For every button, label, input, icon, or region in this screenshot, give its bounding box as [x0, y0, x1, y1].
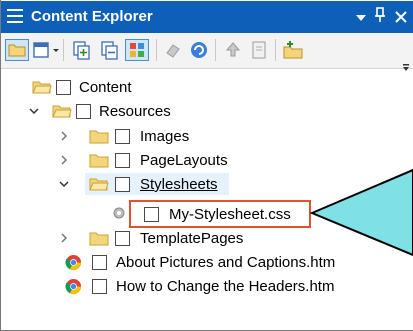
window-title: Content Explorer	[31, 8, 153, 25]
folder-icon	[89, 232, 109, 246]
css-file-gear-icon	[113, 207, 125, 219]
title-bar: Content Explorer	[1, 1, 413, 33]
tree-item-label: About Pictures and Captions.htm	[116, 254, 336, 271]
tree-item-label: Resources	[99, 103, 171, 120]
highlight-box: My-Stylesheet.css	[129, 200, 311, 228]
chevron-down-icon[interactable]	[58, 178, 70, 190]
view-dropdown-icon[interactable]	[31, 39, 59, 61]
chevron-down-icon[interactable]	[356, 15, 366, 21]
tree-item-stylesheets[interactable]: Stylesheets	[1, 173, 413, 197]
properties-icon[interactable]	[161, 39, 185, 61]
tree-item-content[interactable]: Content	[1, 76, 413, 100]
folder-icon	[89, 130, 109, 144]
checkbox[interactable]	[56, 80, 71, 95]
chrome-browser-icon	[65, 254, 82, 271]
checkbox[interactable]	[92, 255, 107, 270]
upload-icon[interactable]	[221, 39, 245, 61]
toolbar-separator	[215, 39, 216, 61]
content-explorer-panel: Content Explorer Content Resources Image…	[0, 0, 413, 331]
checkbox[interactable]	[115, 129, 130, 144]
checkbox[interactable]	[115, 177, 130, 192]
checkbox[interactable]	[115, 231, 130, 246]
new-folder-icon[interactable]	[281, 39, 305, 61]
checkbox[interactable]	[76, 104, 91, 119]
tree-item-about-pictures[interactable]: About Pictures and Captions.htm	[1, 251, 413, 275]
checkbox[interactable]	[92, 279, 107, 294]
tree-item-label: TemplatePages	[140, 230, 244, 247]
checkbox[interactable]	[144, 207, 159, 222]
document-icon[interactable]	[247, 39, 271, 61]
chevron-down-icon[interactable]	[28, 105, 40, 117]
copy-icon[interactable]	[97, 39, 121, 61]
tree-item-label: PageLayouts	[140, 152, 228, 169]
tree-item-label: How to Change the Headers.htm	[116, 278, 335, 295]
chevron-right-icon[interactable]	[58, 232, 70, 244]
tree-item-label: My-Stylesheet.css	[169, 206, 291, 223]
tree-item-label: Stylesheets	[140, 176, 218, 193]
folder-open-icon	[32, 81, 52, 94]
grid-view-icon[interactable]	[125, 39, 149, 61]
hamburger-menu-icon[interactable]	[7, 9, 23, 23]
toolbar-separator	[275, 39, 276, 61]
toolbar-overflow-icon[interactable]	[403, 57, 409, 71]
chevron-right-icon[interactable]	[58, 130, 70, 142]
toolbar	[1, 33, 413, 71]
folder-icon	[89, 154, 109, 168]
tree-item-images[interactable]: Images	[1, 125, 413, 149]
tree-item-label: Images	[140, 128, 190, 145]
checkbox[interactable]	[115, 153, 130, 168]
new-file-icon[interactable]	[69, 39, 93, 61]
pin-icon[interactable]	[374, 7, 386, 27]
folder-open-icon	[52, 105, 72, 118]
tree-item-templatepages[interactable]: TemplatePages	[1, 227, 413, 251]
tree-item-label: Content	[79, 79, 132, 96]
open-folder-icon[interactable]	[5, 39, 29, 61]
refresh-icon[interactable]	[187, 39, 211, 61]
tree-item-resources[interactable]: Resources	[1, 100, 413, 124]
chrome-browser-icon	[65, 278, 82, 295]
folder-open-icon	[89, 178, 109, 191]
tree-item-pagelayouts[interactable]: PageLayouts	[1, 149, 413, 173]
toolbar-separator	[63, 39, 64, 61]
close-icon[interactable]	[394, 5, 408, 29]
chevron-right-icon[interactable]	[58, 154, 70, 166]
toolbar-separator	[156, 39, 157, 61]
tree-item-how-to-change[interactable]: How to Change the Headers.htm	[1, 275, 413, 299]
